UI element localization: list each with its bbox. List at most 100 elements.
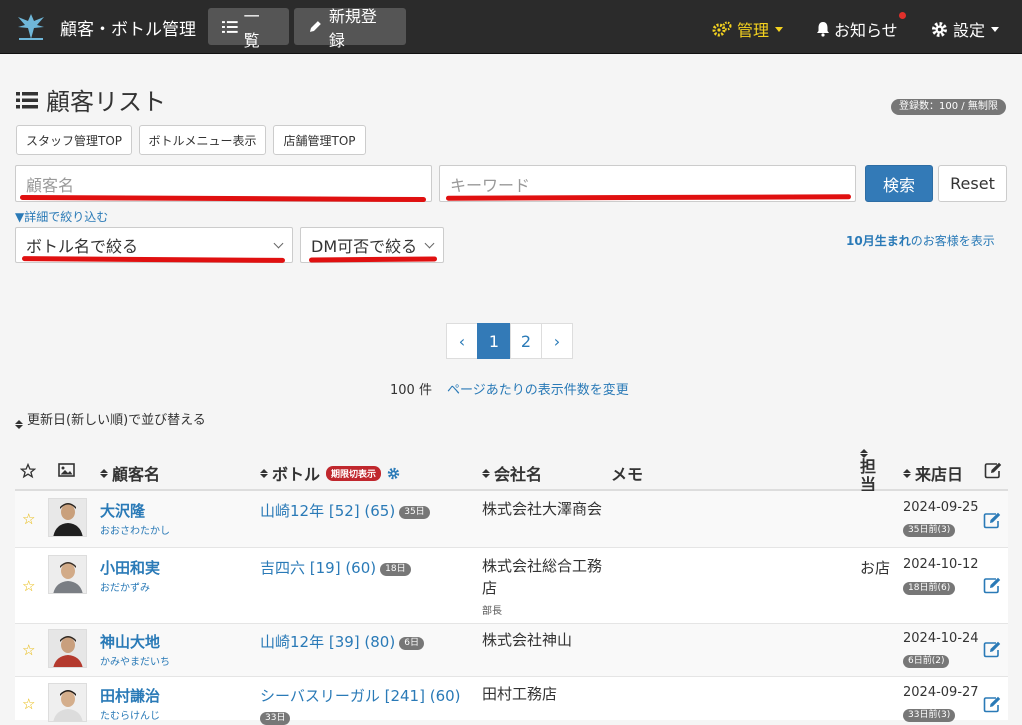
edit-icon[interactable] xyxy=(983,641,1001,658)
page-title-text: 顧客リスト xyxy=(46,88,166,116)
bottle-days-badge: 6日 xyxy=(399,637,424,650)
visit-badge: 33日前(3) xyxy=(903,709,956,722)
gears-icon xyxy=(712,21,732,37)
table-row[interactable]: ☆ 小田和実 おだかずみ 吉四六 [19] (60) 18日 株式会社総合工務店 … xyxy=(15,548,1008,624)
admin-menu[interactable]: 管理 xyxy=(712,17,784,41)
customer-name-link[interactable]: 大沢隆 xyxy=(100,500,145,521)
bottle-column-header[interactable]: ボトル 期限切表示 xyxy=(260,461,400,485)
staff-header-label: 担当 xyxy=(860,457,877,494)
settings-menu[interactable]: 設定 xyxy=(931,17,1000,41)
edit-icon[interactable] xyxy=(983,512,1001,529)
new-registration-button[interactable]: 新規登録 xyxy=(294,7,406,50)
top-navbar: 顧客・ボトル管理 一覧 新規登録 管理 お知らせ 設定 xyxy=(0,0,1022,54)
customer-name-link[interactable]: 神山大地 xyxy=(100,631,160,652)
visit-date: 2024-09-25 xyxy=(903,500,979,515)
company-name: 田村工務店 xyxy=(482,685,558,703)
pagination: ‹ 1 2 › xyxy=(446,323,573,359)
visit-column-header[interactable]: 来店日 xyxy=(903,461,963,485)
store-admin-top-button[interactable]: 店舗管理TOP xyxy=(273,125,366,155)
admin-label: 管理 xyxy=(737,21,770,40)
bottle-link[interactable]: 山崎12年 [52] (65) xyxy=(260,502,395,520)
favorite-star-icon[interactable]: ☆ xyxy=(22,695,35,713)
expired-toggle-badge[interactable]: 期限切表示 xyxy=(326,465,382,481)
app-logo-icon[interactable] xyxy=(14,11,48,43)
edit-column-icon xyxy=(984,462,1002,479)
staff-admin-top-button[interactable]: スタッフ管理TOP xyxy=(16,125,132,155)
reset-button[interactable]: Reset xyxy=(938,165,1007,202)
page-2-button[interactable]: 2 xyxy=(510,323,542,359)
advanced-filter-toggle[interactable]: ▼詳細で絞り込む xyxy=(15,208,108,225)
dm-filter-value: DM可否で絞る xyxy=(311,237,418,256)
page-title: 顧客リスト xyxy=(16,82,166,117)
visit-date: 2024-10-24 xyxy=(903,631,979,646)
sort-label: 更新日(新しい順)で並び替える xyxy=(27,413,206,428)
bottle-days-badge: 35日 xyxy=(399,506,430,519)
chevron-down-icon xyxy=(424,238,435,248)
avatar[interactable] xyxy=(48,683,87,722)
sort-toggle[interactable]: 更新日(新しい順)で並び替える xyxy=(15,409,206,429)
notifications-link[interactable]: お知らせ xyxy=(815,17,898,41)
chevron-down-icon xyxy=(775,26,784,32)
unread-indicator xyxy=(899,12,906,19)
bottle-cell[interactable]: シーバスリーガル [241] (60) xyxy=(260,685,461,706)
gear-icon[interactable] xyxy=(387,467,400,480)
table-row[interactable]: ☆ 神山大地 かみやまだいち 山崎12年 [39] (80) 6日 株式会社神山 … xyxy=(15,624,1008,677)
birthday-month: 10月生まれ xyxy=(846,234,911,248)
search-button[interactable]: 検索 xyxy=(865,165,933,202)
prev-page-button[interactable]: ‹ xyxy=(446,323,478,359)
bottle-days-badge: 18日 xyxy=(380,563,411,576)
avatar[interactable] xyxy=(48,555,87,594)
bottle-link[interactable]: 山崎12年 [39] (80) xyxy=(260,633,395,651)
bottle-link[interactable]: シーバスリーガル [241] (60) xyxy=(260,687,461,705)
bottle-cell[interactable]: 吉四六 [19] (60) 18日 xyxy=(260,557,411,578)
favorite-star-icon[interactable]: ☆ xyxy=(22,641,35,659)
avatar[interactable] xyxy=(48,629,87,668)
list-nav-button[interactable]: 一覧 xyxy=(208,7,289,50)
table-row[interactable]: ☆ 大沢隆 おおさわたかし 山崎12年 [52] (65) 35日 株式会社大澤商… xyxy=(15,491,1008,548)
star-column-icon[interactable] xyxy=(20,463,36,479)
edit-icon[interactable] xyxy=(983,696,1001,713)
name-header-label: 顧客名 xyxy=(112,465,161,484)
company-name: 株式会社神山 xyxy=(482,631,573,649)
favorite-star-icon[interactable]: ☆ xyxy=(22,577,35,595)
bottle-cell[interactable]: 山崎12年 [39] (80) 6日 xyxy=(260,631,424,652)
bottle-link[interactable]: 吉四六 [19] (60) xyxy=(260,559,376,577)
bottle-header-label: ボトル xyxy=(272,465,321,484)
avatar[interactable] xyxy=(48,498,87,537)
customer-kana: かみやまだいち xyxy=(100,657,170,668)
visit-header-label: 来店日 xyxy=(915,465,964,484)
bell-icon xyxy=(817,22,829,37)
company-column-header[interactable]: 会社名 xyxy=(482,461,542,485)
chevron-down-icon xyxy=(273,238,284,248)
registration-count-badge: 登録数：100 / 無制限 xyxy=(891,99,1006,115)
bottle-menu-button[interactable]: ボトルメニュー表示 xyxy=(139,125,266,155)
sort-icon xyxy=(15,420,23,429)
next-page-button[interactable]: › xyxy=(541,323,573,359)
birthday-link-text: のお客様を表示 xyxy=(910,234,995,248)
favorite-star-icon[interactable]: ☆ xyxy=(22,510,35,528)
bottle-cell[interactable]: 山崎12年 [52] (65) 35日 xyxy=(260,500,430,521)
edit-icon[interactable] xyxy=(983,577,1001,594)
result-count: 100 件 xyxy=(390,383,432,398)
table-header: 顧客名 ボトル 期限切表示 会社名 メモ 担当 来店日 xyxy=(15,443,1008,494)
app-title[interactable]: 顧客・ボトル管理 xyxy=(60,15,196,40)
page-1-button[interactable]: 1 xyxy=(477,323,511,359)
per-page-link[interactable]: ページあたりの表示件数を変更 xyxy=(447,379,629,398)
list-icon xyxy=(222,20,238,33)
bottle-filter-value: ボトル名で絞る xyxy=(26,237,139,256)
table-row[interactable]: ☆ 田村謙治 たむらけんじ シーバスリーガル [241] (60) 33日 田村… xyxy=(15,677,1008,725)
staff-column-header[interactable]: 担当 xyxy=(860,447,880,494)
memo-column-header: メモ xyxy=(611,465,644,484)
name-column-header[interactable]: 顧客名 xyxy=(100,461,160,485)
staff-name: お店 xyxy=(860,559,891,577)
company-name: 株式会社大澤商会 xyxy=(482,500,603,518)
customer-name-link[interactable]: 小田和実 xyxy=(100,557,160,578)
birthday-filter-link[interactable]: 10月生まれのお客様を表示 xyxy=(846,232,995,249)
visit-badge: 6日前(2) xyxy=(903,655,950,668)
customer-name-link[interactable]: 田村謙治 xyxy=(100,685,160,706)
visit-badge: 18日前(6) xyxy=(903,582,956,595)
pencil-icon xyxy=(309,21,321,32)
gear-icon xyxy=(932,21,947,37)
list-nav-label: 一覧 xyxy=(243,6,260,50)
sort-icon xyxy=(482,468,490,478)
